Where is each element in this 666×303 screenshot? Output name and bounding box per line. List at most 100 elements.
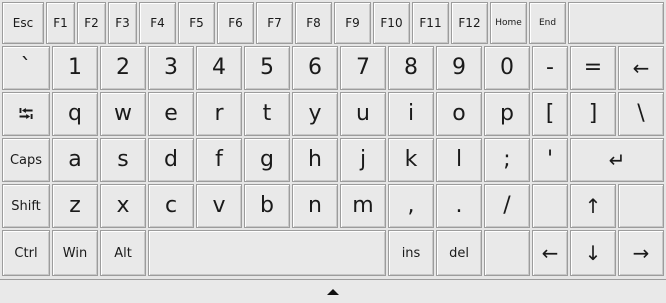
key-f5[interactable]: F5: [178, 2, 215, 44]
key-f9[interactable]: F9: [334, 2, 371, 44]
key-shift[interactable]: Shift: [2, 184, 50, 228]
key-alt[interactable]: Alt: [100, 230, 146, 276]
key-f8[interactable]: F8: [295, 2, 332, 44]
key-caps[interactable]: Caps: [2, 138, 50, 182]
key-backtick[interactable]: `: [2, 46, 50, 90]
key-right[interactable]: →: [618, 230, 664, 276]
key-6[interactable]: 6: [292, 46, 338, 90]
key-space[interactable]: [148, 230, 386, 276]
key-label: c: [164, 193, 178, 218]
key-f11[interactable]: F11: [412, 2, 449, 44]
key-n[interactable]: n: [292, 184, 338, 228]
key-c[interactable]: c: [148, 184, 194, 228]
key-5[interactable]: 5: [244, 46, 290, 90]
key-down[interactable]: ↓: [570, 230, 616, 276]
key-z[interactable]: z: [52, 184, 98, 228]
key-period[interactable]: .: [436, 184, 482, 228]
key-4[interactable]: 4: [196, 46, 242, 90]
key-f6[interactable]: F6: [217, 2, 254, 44]
key-s[interactable]: s: [100, 138, 146, 182]
key-label: d: [164, 147, 178, 172]
key-ins[interactable]: ins: [388, 230, 434, 276]
key-minus[interactable]: -: [532, 46, 568, 90]
key-f1[interactable]: F1: [46, 2, 75, 44]
key-label: g: [260, 147, 274, 172]
key-left[interactable]: ←: [532, 230, 568, 276]
key-right-bracket[interactable]: ]: [570, 92, 616, 136]
key-comma[interactable]: ,: [388, 184, 434, 228]
key-label: Home: [495, 17, 522, 28]
key-label: m: [352, 193, 374, 218]
key-f[interactable]: f: [196, 138, 242, 182]
key-up[interactable]: ↑: [570, 184, 616, 228]
key-label: Caps: [9, 152, 43, 168]
key-label: 8: [404, 55, 418, 80]
key-k[interactable]: k: [388, 138, 434, 182]
key-0[interactable]: 0: [484, 46, 530, 90]
key-p[interactable]: p: [484, 92, 530, 136]
key-j[interactable]: j: [340, 138, 386, 182]
key-label: x: [116, 193, 130, 218]
key-d[interactable]: d: [148, 138, 194, 182]
key-tab[interactable]: ⭾: [2, 92, 50, 136]
key-e[interactable]: e: [148, 92, 194, 136]
key-backslash[interactable]: \: [618, 92, 664, 136]
key-ctrl[interactable]: Ctrl: [2, 230, 50, 276]
key-a[interactable]: a: [52, 138, 98, 182]
key-v[interactable]: v: [196, 184, 242, 228]
key-g[interactable]: g: [244, 138, 290, 182]
key-l[interactable]: l: [436, 138, 482, 182]
key-slash[interactable]: /: [484, 184, 530, 228]
key-label: a: [68, 147, 82, 172]
key-end[interactable]: End: [529, 2, 566, 44]
key-label: b: [260, 193, 274, 218]
key-f10[interactable]: F10: [373, 2, 410, 44]
key-f12[interactable]: F12: [451, 2, 488, 44]
key-t[interactable]: t: [244, 92, 290, 136]
collapse-bar[interactable]: [0, 279, 666, 303]
key-o[interactable]: o: [436, 92, 482, 136]
key-label: ': [546, 147, 554, 172]
key-2[interactable]: 2: [100, 46, 146, 90]
arrow-up-icon: ↑: [584, 194, 602, 218]
key-m[interactable]: m: [340, 184, 386, 228]
key-esc[interactable]: Esc: [2, 2, 44, 44]
key-f3[interactable]: F3: [108, 2, 137, 44]
key-9[interactable]: 9: [436, 46, 482, 90]
key-f4[interactable]: F4: [139, 2, 176, 44]
key-label: p: [500, 101, 514, 126]
key-q[interactable]: q: [52, 92, 98, 136]
key-f2[interactable]: F2: [77, 2, 106, 44]
key-label: 5: [260, 55, 274, 80]
key-1[interactable]: 1: [52, 46, 98, 90]
key-h[interactable]: h: [292, 138, 338, 182]
key-label: 6: [308, 55, 322, 80]
key-f7[interactable]: F7: [256, 2, 293, 44]
key-del[interactable]: del: [436, 230, 482, 276]
key-home[interactable]: Home: [490, 2, 527, 44]
key-x[interactable]: x: [100, 184, 146, 228]
key-w[interactable]: w: [100, 92, 146, 136]
key-left-bracket[interactable]: [: [532, 92, 568, 136]
key-label: 4: [212, 55, 226, 80]
key-b[interactable]: b: [244, 184, 290, 228]
key-label: /: [503, 193, 511, 218]
key-backspace[interactable]: ←: [618, 46, 664, 90]
key-label: .: [455, 193, 463, 218]
key-y[interactable]: y: [292, 92, 338, 136]
key-equals[interactable]: =: [570, 46, 616, 90]
key-label: f: [215, 147, 223, 172]
key-7[interactable]: 7: [340, 46, 386, 90]
key-label: `: [20, 55, 32, 80]
key-i[interactable]: i: [388, 92, 434, 136]
key-r[interactable]: r: [196, 92, 242, 136]
key-semicolon[interactable]: ;: [484, 138, 530, 182]
key-8[interactable]: 8: [388, 46, 434, 90]
key-quote[interactable]: ': [532, 138, 568, 182]
key-label: j: [359, 147, 367, 172]
key-enter[interactable]: ↵: [570, 138, 664, 182]
key-3[interactable]: 3: [148, 46, 194, 90]
key-u[interactable]: u: [340, 92, 386, 136]
collapse-triangle-shape: [327, 288, 339, 295]
key-win[interactable]: Win: [52, 230, 98, 276]
